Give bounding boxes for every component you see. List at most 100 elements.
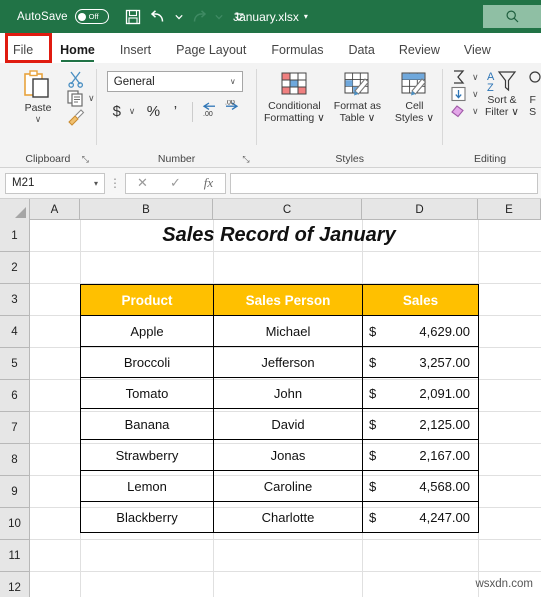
cell-product[interactable]: Blackberry [80,501,214,533]
cell-sales[interactable]: $4,247.00 [362,501,479,533]
copy-button[interactable]: ∨ [66,89,95,107]
decrease-decimal-button[interactable]: .00 [222,100,242,123]
comma-format-button[interactable]: ’ [165,103,185,120]
formula-input[interactable] [230,172,538,194]
row-header-3[interactable]: 3 [0,284,30,316]
increase-decimal-button[interactable]: .00 [200,100,220,123]
format-painter-button[interactable] [66,108,95,126]
cell-sales-person[interactable]: Jonas [213,439,363,471]
cell-sales[interactable]: $4,629.00 [362,315,479,347]
number-format-caret-icon[interactable]: ∨ [230,77,236,86]
clear-caret-icon[interactable]: ∨ [472,106,479,117]
fill-caret-icon[interactable]: ∨ [472,89,479,100]
table-row[interactable]: Apple Michael $4,629.00 [80,315,479,347]
column-header-c[interactable]: C [213,199,362,220]
document-title-caret-icon[interactable]: ▾ [304,12,308,21]
row-header-12[interactable]: 12 [0,572,30,597]
paste-button[interactable]: Paste ∨ [10,69,66,123]
table-row[interactable]: Broccoli Jefferson $3,257.00 [80,346,479,378]
cell-sales-person[interactable]: Charlotte [213,501,363,533]
cell-sales[interactable]: $4,568.00 [362,470,479,502]
cell-styles-label-line2: Styles ∨ [394,111,435,124]
spreadsheet-grid: A B C D E 1 2 3 4 5 6 7 8 9 10 11 12 Sal… [0,199,541,597]
autosum-caret-icon[interactable]: ∨ [472,72,479,83]
cell-sales-person[interactable]: Jefferson [213,346,363,378]
row-header-11[interactable]: 11 [0,540,30,572]
column-header-a[interactable]: A [30,199,80,220]
currency-caret-icon[interactable]: ∨ [129,106,136,117]
cell-sales[interactable]: $2,091.00 [362,377,479,409]
cell-product[interactable]: Broccoli [80,346,214,378]
row-header-2[interactable]: 2 [0,252,30,284]
sheet-title-cell[interactable]: Sales Record of January [80,220,478,251]
cell-sales[interactable]: $3,257.00 [362,346,479,378]
conditional-formatting-label-line2: Formatting ∨ [264,111,325,124]
find-and-select-button[interactable]: F S [524,69,541,119]
clipboard-dialog-launcher[interactable]: ⤡ [82,154,92,164]
ribbon-group-editing: ∨ ∨ ∨ A Z Sort & Filter ∨ F S Editing [443,63,541,168]
cell-sales-person[interactable]: David [213,408,363,440]
select-all-corner[interactable] [0,199,30,220]
row-header-5[interactable]: 5 [0,348,30,380]
document-title-area[interactable]: January.xlsx ▾ [0,10,541,24]
copy-caret-icon[interactable]: ∨ [88,93,95,104]
cell-product[interactable]: Lemon [80,470,214,502]
autosum-button[interactable]: ∨ [449,69,479,85]
formula-bar-handle[interactable]: ⋮ [105,176,125,190]
insert-function-icon[interactable]: fx [192,175,225,191]
row-header-4[interactable]: 4 [0,316,30,348]
number-format-value: General [113,75,155,88]
cell-product[interactable]: Strawberry [80,439,214,471]
cut-button[interactable] [66,70,95,88]
table-row[interactable]: Tomato John $2,091.00 [80,377,479,409]
fill-down-icon [451,86,466,102]
table-row[interactable]: Strawberry Jonas $2,167.00 [80,439,479,471]
cell-styles-label-line1: Cell [405,100,424,112]
tab-page-layout[interactable]: Page Layout [176,43,246,63]
row-header-10[interactable]: 10 [0,508,30,540]
search-box[interactable] [483,5,541,28]
column-header-b[interactable]: B [80,199,213,220]
format-as-table-button[interactable]: Format as Table ∨ [329,69,385,125]
tab-review[interactable]: Review [399,43,440,63]
row-header-9[interactable]: 9 [0,476,30,508]
column-header-e[interactable]: E [478,199,541,220]
table-row[interactable]: Blackberry Charlotte $4,247.00 [80,501,479,533]
sort-and-filter-button[interactable]: A Z Sort & Filter ∨ [482,69,523,119]
column-header-d[interactable]: D [362,199,478,220]
table-row[interactable]: Lemon Caroline $4,568.00 [80,470,479,502]
cell-sales-person[interactable]: John [213,377,363,409]
tab-formulas[interactable]: Formulas [271,43,323,63]
cell-product[interactable]: Banana [80,408,214,440]
cell-sales-person[interactable]: Michael [213,315,363,347]
clear-eraser-icon [451,105,464,118]
fill-button[interactable]: ∨ [449,86,479,102]
row-header-7[interactable]: 7 [0,412,30,444]
clear-button[interactable]: ∨ [449,103,479,119]
table-row[interactable]: Banana David $2,125.00 [80,408,479,440]
cell-styles-button[interactable]: Cell Styles ∨ [389,69,439,125]
tab-insert[interactable]: Insert [120,43,151,63]
row-header-8[interactable]: 8 [0,444,30,476]
paste-caret-icon[interactable]: ∨ [35,114,42,123]
cell-sales-person[interactable]: Caroline [213,470,363,502]
number-dialog-launcher[interactable]: ⤡ [242,154,252,164]
row-header-1[interactable]: 1 [0,220,30,252]
tab-view[interactable]: View [464,43,491,63]
name-box[interactable]: M21 ▾ [5,172,105,194]
autosum-sigma-icon [454,70,465,84]
tab-home[interactable]: Home [60,43,95,63]
cell-sales[interactable]: $2,125.00 [362,408,479,440]
number-format-select[interactable]: General ∨ [106,71,243,92]
amount-value: 4,568.00 [419,478,470,494]
tab-data[interactable]: Data [348,43,374,63]
currency-symbol: $ [369,447,377,463]
conditional-formatting-button[interactable]: Conditional Formatting ∨ [263,69,325,125]
cell-product[interactable]: Apple [80,315,214,347]
cell-product[interactable]: Tomato [80,377,214,409]
percent-format-button[interactable]: % [143,103,163,120]
name-box-caret-icon[interactable]: ▾ [94,179,98,188]
row-header-6[interactable]: 6 [0,380,30,412]
cell-sales[interactable]: $2,167.00 [362,439,479,471]
currency-format-button[interactable]: $ [107,103,127,120]
